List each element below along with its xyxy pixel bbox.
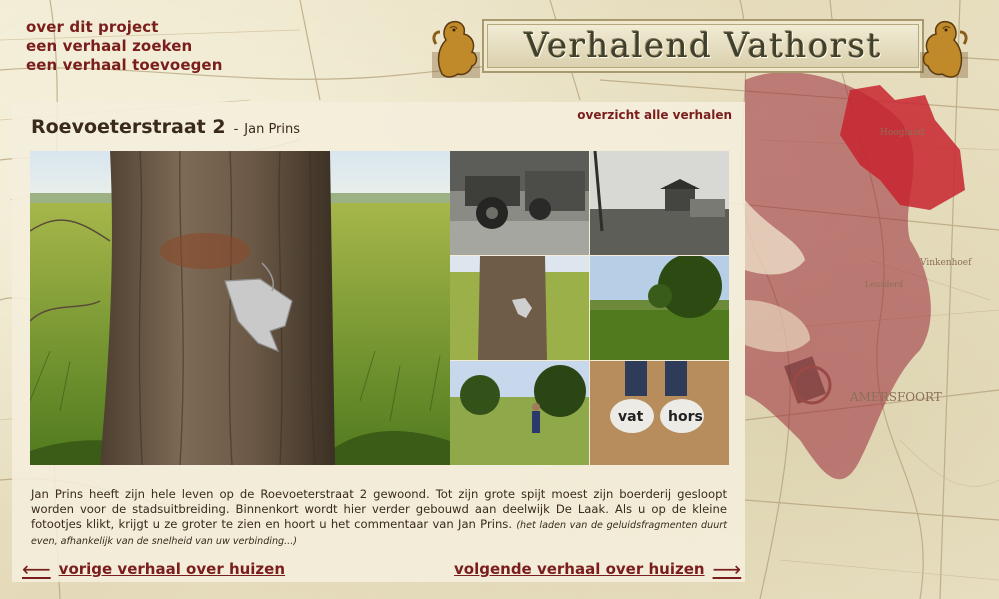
thumbnail-field[interactable] bbox=[590, 256, 729, 360]
map-label-leusderd: Leusderd bbox=[865, 280, 903, 289]
title-separator: - bbox=[233, 122, 239, 137]
previous-story-label: vorige verhaal over huizen bbox=[58, 560, 286, 578]
map-label-amersfoort: AMERSFOORT bbox=[849, 390, 942, 404]
lion-crest-icon bbox=[432, 20, 480, 78]
site-title: Verhalend Vathorst bbox=[524, 26, 882, 66]
man-field-photo-image bbox=[450, 361, 589, 465]
story-author: Jan Prins bbox=[244, 122, 301, 137]
lion-crest-icon bbox=[920, 20, 968, 78]
svg-text:vat: vat bbox=[618, 409, 644, 425]
thumbnail-man-in-field[interactable] bbox=[450, 361, 589, 465]
thumbnail-tree[interactable] bbox=[450, 256, 589, 360]
next-story-label: volgende verhaal over huizen bbox=[454, 560, 705, 578]
map-label-hoogland: Hoogland bbox=[880, 128, 924, 138]
story-description: Jan Prins heeft zijn hele leven op de Ro… bbox=[31, 487, 727, 549]
nav-over-dit-project[interactable]: over dit project bbox=[26, 18, 222, 37]
thumbnail-tractor[interactable] bbox=[450, 151, 589, 255]
svg-text:hors: hors bbox=[668, 409, 703, 425]
clogs-photo-image: vat hors bbox=[590, 361, 729, 465]
tree-thumb-image bbox=[450, 256, 589, 360]
previous-story-link[interactable]: ⟵ vorige verhaal over huizen bbox=[22, 556, 286, 581]
banner-plate: Verhalend Vathorst bbox=[482, 19, 924, 73]
nav-een-verhaal-zoeken[interactable]: een verhaal zoeken bbox=[26, 37, 222, 56]
story-panel: Roevoeterstraat 2- Jan Prins overzicht al… bbox=[12, 102, 745, 582]
tree-photo-image bbox=[30, 151, 450, 465]
next-story-link[interactable]: volgende verhaal over huizen ⟶ bbox=[454, 556, 742, 581]
well-photo-image bbox=[590, 151, 729, 255]
map-label-vinkenhoef: Vinkenhoef bbox=[919, 258, 972, 268]
story-heading: Roevoeterstraat 2- Jan Prins bbox=[31, 116, 300, 138]
field-photo-image bbox=[590, 256, 729, 360]
site-banner: Verhalend Vathorst bbox=[430, 14, 970, 82]
arrow-left-icon: ⟵ bbox=[22, 556, 51, 581]
main-photo bbox=[30, 151, 450, 465]
story-title: Roevoeterstraat 2 bbox=[31, 116, 226, 138]
tractor-photo-image bbox=[450, 151, 589, 255]
thumbnail-clogs[interactable]: vat hors bbox=[590, 361, 729, 465]
main-navigation: over dit project een verhaal zoeken een … bbox=[26, 18, 222, 75]
nav-een-verhaal-toevoegen[interactable]: een verhaal toevoegen bbox=[26, 56, 222, 75]
overview-all-stories-link[interactable]: overzicht alle verhalen bbox=[577, 108, 732, 122]
arrow-right-icon: ⟶ bbox=[712, 556, 742, 581]
thumbnail-well[interactable] bbox=[590, 151, 729, 255]
